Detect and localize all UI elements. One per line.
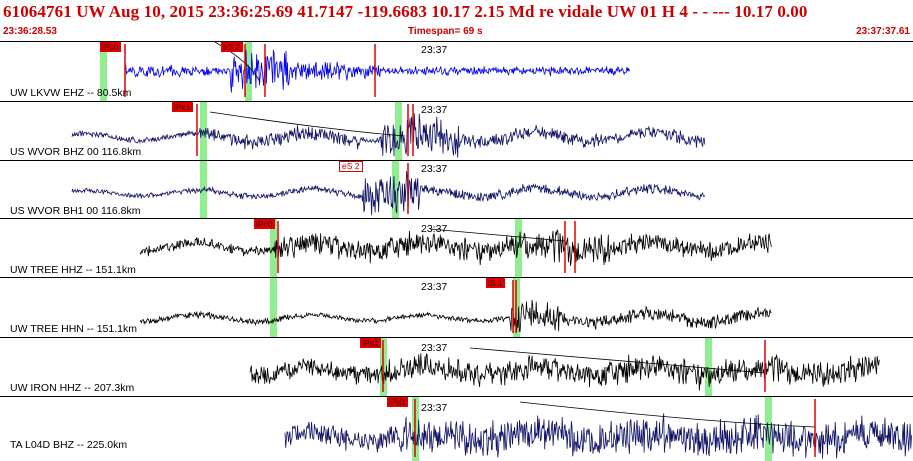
time-tick-label: 23:37 [421,342,448,354]
seismic-trace [71,171,706,216]
seismic-trace [71,113,706,158]
time-tick-label: 23:37 [421,402,448,414]
timespan-label: Timespan= 69 s [408,26,483,37]
seismic-trace [139,229,772,266]
phase-pick-label[interactable]: iPc0 [254,219,275,229]
channel-label: UW TREE HHN -- 151.1km [10,323,137,335]
phase-pick-label[interactable]: iPd1 [387,397,409,407]
end-time-label: 23:37:37.61 [856,26,910,37]
channel-label: US WVOR BH1 00 116.8km [10,205,141,217]
waveform-plot [139,219,772,277]
seismogram-panel[interactable]: iPc0 23:37 UW TREE HHZ -- 151.1km [0,218,913,277]
time-tick-label: 23:37 [421,281,448,293]
travel-time-window [705,338,712,396]
seismogram-panel[interactable]: iPc0 eS 2 23:37 UW LKVW EHZ -- 80.5km [0,41,913,101]
seismogram-panel[interactable]: iS 1 23:37 UW TREE HHN -- 151.1km [0,277,913,337]
seismogram-panel[interactable]: iPc1 23:37 US WVOR BHZ 00 116.8km [0,101,913,160]
time-tick-label: 23:37 [421,163,448,175]
waveform-plot [284,397,912,461]
start-time-label: 23:36:28.53 [3,26,57,37]
moveout-curve [429,228,566,242]
channel-label: UW LKVW EHZ -- 80.5km [10,87,132,99]
travel-time-window [270,278,277,337]
phase-pick-label[interactable]: iPd1 [360,338,382,348]
seismogram-panel[interactable]: eS 2 23:37 US WVOR BH1 00 116.8km [0,160,913,218]
seismic-trace [284,413,912,459]
time-tick-label: 23:37 [421,223,448,235]
seismogram-panels: iPc0 eS 2 23:37 UW LKVW EHZ -- 80.5km iPc1 23… [0,41,913,461]
event-summary-line: 61064761 UW Aug 10, 2015 23:36:25.69 41.… [3,2,808,21]
time-tick-label: 23:37 [421,44,448,56]
waveform-plot [249,338,880,396]
channel-label: US WVOR BHZ 00 116.8km [10,146,142,158]
waveform-plot [100,42,631,101]
channel-label: UW TREE HHZ -- 151.1km [10,264,136,276]
seismogram-panel[interactable]: iPd1 23:37 UW IRON HHZ -- 207.3km [0,337,913,396]
event-header: 61064761 UW Aug 10, 2015 23:36:25.69 41.… [0,0,913,41]
channel-label: TA L04D BHZ -- 225.0km [10,439,128,451]
phase-pick-label[interactable]: iPc1 [172,102,193,112]
phase-pick-label[interactable]: eS 2 [221,42,243,52]
seismic-trace [249,352,880,391]
phase-pick-label[interactable]: iS 1 [486,278,505,288]
channel-label: UW IRON HHZ -- 207.3km [10,382,135,394]
moveout-curve [209,111,406,137]
phase-pick-label[interactable]: iPc0 [100,42,121,52]
time-tick-label: 23:37 [421,104,448,116]
seismogram-panel[interactable]: iPd1 23:37 TA L04D BHZ -- 225.0km [0,396,913,461]
seismic-trace [139,299,772,333]
travel-time-window [395,102,402,160]
phase-pick-label[interactable]: eS 2 [339,161,363,172]
seismic-trace [124,49,631,93]
